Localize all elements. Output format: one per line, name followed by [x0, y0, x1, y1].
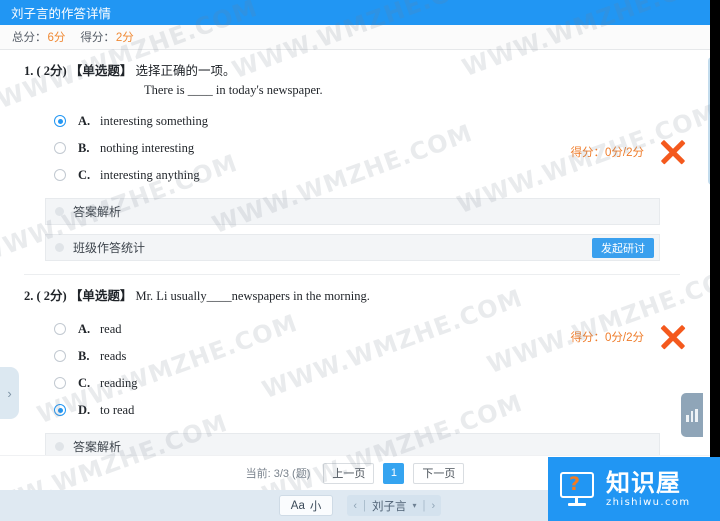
answer-analysis-panel[interactable]: 答案解析 [45, 197, 660, 225]
radio-icon[interactable] [54, 350, 66, 362]
option-text: interesting anything [100, 167, 200, 182]
chevron-right-icon: › [7, 385, 12, 401]
option-text: read [100, 321, 122, 336]
question-block: 2. ( 2分) 【单选题】 Mr. Li usually____newspap… [0, 275, 710, 455]
logo-en-text: zhishiwu.com [606, 496, 691, 508]
cross-icon [658, 137, 688, 167]
next-student-icon[interactable]: › [432, 500, 436, 512]
font-size-button[interactable]: Aa 小 [278, 495, 334, 516]
score-summary-bar: 总分：6分 得分：2分 [0, 25, 710, 50]
student-name-label: 刘子言 [372, 500, 407, 513]
total-score-group: 总分：6分 [12, 29, 66, 45]
start-discussion-button[interactable]: 发起研讨 [592, 237, 654, 258]
earned-score-label: 得分： [80, 32, 115, 44]
pagination-current-text: 当前: 3/3 (题) [245, 468, 311, 480]
prev-page-button[interactable]: 上一页 [323, 462, 375, 484]
answer-analysis-panel[interactable]: 答案解析 [45, 432, 660, 455]
question-prompt: Mr. Li usually____newspapers in the morn… [135, 288, 370, 303]
radio-icon[interactable] [54, 142, 66, 155]
option-text: nothing interesting [100, 140, 195, 155]
zhishiwu-logo-watermark: ? 知识屋 zhishiwu.com [548, 457, 720, 521]
option-letter: A. [78, 113, 91, 128]
radio-icon-selected[interactable] [54, 404, 66, 416]
option-text: reading [100, 375, 138, 390]
cross-icon [658, 322, 688, 352]
option-letter: B. [78, 348, 90, 363]
radio-icon[interactable] [54, 323, 66, 335]
question-verdict: 得分：0分/2分 [571, 137, 689, 167]
question-points: ( 2分) [36, 288, 67, 303]
student-navigator[interactable]: ‹ | 刘子言 ▾ | › [347, 495, 442, 516]
earned-score-value: 2分 [115, 32, 134, 44]
option-text: interesting something [100, 113, 208, 128]
radio-icon[interactable] [54, 169, 66, 182]
question-points: ( 2分) [36, 64, 67, 78]
question-stem: 1. ( 2分) 【单选题】 选择正确的一项。 [24, 62, 680, 81]
font-size-icon: Aa [290, 499, 305, 512]
earned-score-group: 得分：2分 [80, 29, 134, 45]
radio-icon-selected[interactable] [54, 115, 66, 128]
question-list-scroll-area[interactable]: 1. ( 2分) 【单选题】 选择正确的一项。 There is ____ in… [0, 50, 710, 455]
option-letter: A. [78, 321, 91, 336]
collapse-toggle-icon[interactable] [55, 206, 64, 216]
collapse-toggle-icon[interactable] [55, 441, 64, 451]
separator-right: | [422, 499, 426, 512]
option-text: reads [100, 348, 127, 363]
question-verdict: 得分：0分/2分 [571, 322, 689, 352]
option-row[interactable]: D. to read [24, 397, 680, 424]
question-block: 1. ( 2分) 【单选题】 选择正确的一项。 There is ____ in… [0, 50, 710, 275]
collapse-toggle-icon[interactable] [55, 242, 64, 252]
next-page-button[interactable]: 下一页 [413, 462, 465, 484]
class-statistics-label: 班级作答统计 [73, 240, 146, 255]
total-score-label: 总分： [12, 32, 47, 44]
question-subtext: There is ____ in today's newspaper. [144, 82, 323, 97]
option-letter: B. [78, 140, 90, 155]
chevron-down-icon[interactable]: ▾ [413, 501, 417, 510]
verdict-score-text: 得分：0分/2分 [570, 147, 645, 159]
option-letter: D. [78, 402, 91, 417]
question-number: 1. [24, 64, 34, 78]
question-type-tag: 【单选题】 [69, 288, 133, 303]
option-text: to read [100, 402, 135, 417]
question-stem: 2. ( 2分) 【单选题】 Mr. Li usually____newspap… [24, 287, 680, 306]
right-panel-handle[interactable] [681, 393, 703, 437]
logo-cn-text: 知识屋 [606, 469, 681, 497]
question-type-tag: 【单选题】 [69, 64, 133, 78]
answer-analysis-label: 答案解析 [73, 204, 122, 219]
option-row[interactable]: C. reading [24, 370, 680, 397]
answer-analysis-label: 答案解析 [73, 439, 122, 454]
total-score-value: 6分 [47, 32, 66, 44]
question-prompt: 选择正确的一项。 [135, 64, 236, 78]
page-title: 刘子言的作答详情 [11, 7, 112, 21]
question-number: 2. [24, 288, 34, 303]
page-number-button[interactable]: 1 [383, 462, 405, 484]
right-gutter [710, 0, 720, 490]
answer-detail-window: 刘子言的作答详情 总分：6分 得分：2分 1. ( 2分) 【单选题】 选择正确… [0, 0, 720, 521]
separator-left: | [363, 499, 367, 512]
window-title-bar: 刘子言的作答详情 [0, 0, 710, 25]
prev-student-icon[interactable]: ‹ [353, 500, 357, 512]
option-letter: C. [78, 167, 91, 182]
option-row[interactable]: A. interesting something [24, 108, 680, 135]
font-size-label: 小 [309, 500, 322, 513]
bar-chart-icon [686, 408, 698, 422]
left-panel-expand-handle[interactable]: › [0, 367, 19, 419]
class-statistics-panel[interactable]: 班级作答统计 发起研讨 [45, 233, 660, 261]
monitor-question-icon: ? [560, 472, 596, 506]
verdict-score-text: 得分：0分/2分 [570, 331, 645, 344]
option-letter: C. [78, 375, 91, 390]
radio-icon[interactable] [54, 377, 66, 389]
